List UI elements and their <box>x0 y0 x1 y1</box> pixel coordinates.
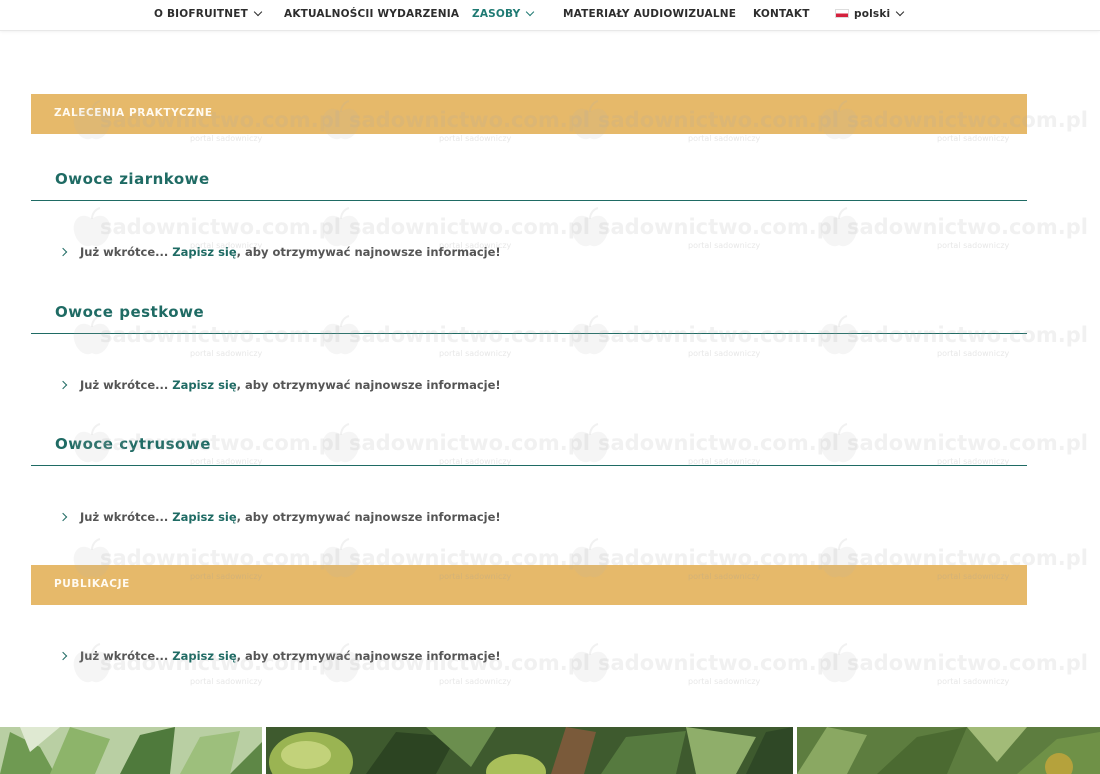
category-divider <box>31 333 1027 334</box>
watermark-text: sadownictwo.com.pl <box>100 323 341 347</box>
list-item: Już wkrótce... Zapisz się, aby otrzymywa… <box>58 510 501 526</box>
language-selector[interactable]: polski <box>835 0 905 28</box>
top-navigation: O BIOFRUITNET AKTUALNOŚCII WYDARZENIA ZA… <box>0 0 1100 31</box>
watermark-subtext: portal sadowniczy <box>688 349 761 358</box>
watermark-subtext: portal sadowniczy <box>439 677 512 686</box>
apple-icon <box>73 315 111 355</box>
chevron-right-icon <box>58 380 68 390</box>
watermark-subtext: portal sadowniczy <box>439 349 512 358</box>
item-suffix: , aby otrzymywać najnowsze informacje! <box>236 649 501 663</box>
watermark-text: sadownictwo.com.pl <box>349 431 590 455</box>
item-prefix: Już wkrótce... <box>80 378 169 392</box>
watermark-subtext: portal sadowniczy <box>688 241 761 250</box>
watermark-subtext: portal sadowniczy <box>190 349 263 358</box>
category-divider <box>31 465 1027 466</box>
nav-item-o-biofruitnet[interactable]: O BIOFRUITNET <box>154 0 263 28</box>
nav-item-kontakt[interactable]: KONTAKT <box>753 0 810 28</box>
apple-icon <box>571 315 609 355</box>
apple-icon <box>571 423 609 463</box>
chevron-right-icon <box>58 247 68 257</box>
subscribe-link[interactable]: Zapisz się <box>172 245 236 259</box>
nav-item-zasoby[interactable]: ZASOBY <box>472 0 535 28</box>
language-label: polski <box>854 8 891 20</box>
category-divider <box>31 200 1027 201</box>
item-prefix: Już wkrótce... <box>80 510 169 524</box>
section-bar-zalecenia: ZALECENIA PRAKTYCZNE <box>31 94 1027 134</box>
section-title: PUBLIKACJE <box>54 578 130 590</box>
category-title-ziarnkowe: Owoce ziarnkowe <box>55 170 210 188</box>
category-title-pestkowe: Owoce pestkowe <box>55 303 205 321</box>
chevron-right-icon <box>58 512 68 522</box>
chevron-down-icon <box>896 7 905 17</box>
leaves-photo <box>0 727 262 774</box>
watermark-text: sadownictwo.com.pl <box>598 323 839 347</box>
section-title: ZALECENIA PRAKTYCZNE <box>54 107 213 119</box>
apple-icon <box>820 643 858 683</box>
nav-item-aktualnosci[interactable]: AKTUALNOŚCII WYDARZENIA <box>284 0 459 28</box>
pears-photo <box>266 727 793 774</box>
watermark-subtext: portal sadowniczy <box>190 677 263 686</box>
watermark-text: sadownictwo.com.pl <box>847 323 1088 347</box>
item-suffix: , aby otrzymywać najnowsze informacje! <box>236 510 501 524</box>
orchard-photo <box>797 727 1100 774</box>
nav-item-label: MATERIAŁY AUDIOWIZUALNE <box>563 8 737 20</box>
poland-flag-icon <box>835 8 849 18</box>
list-item: Już wkrótce... Zapisz się, aby otrzymywa… <box>58 378 501 394</box>
watermark-subtext: portal sadowniczy <box>688 134 761 143</box>
category-title-cytrusowe: Owoce cytrusowe <box>55 435 211 453</box>
nav-item-label: AKTUALNOŚCII WYDARZENIA <box>284 8 460 20</box>
watermark-text: sadownictwo.com.pl <box>847 651 1088 675</box>
list-item: Już wkrótce... Zapisz się, aby otrzymywa… <box>58 649 501 665</box>
item-suffix: , aby otrzymywać najnowsze informacje! <box>236 378 501 392</box>
chevron-down-icon <box>253 7 263 17</box>
apple-icon <box>820 315 858 355</box>
chevron-right-icon <box>58 651 68 661</box>
watermark-text: sadownictwo.com.pl <box>100 215 341 239</box>
item-prefix: Już wkrótce... <box>80 649 169 663</box>
nav-item-materialy[interactable]: MATERIAŁY AUDIOWIZUALNE <box>563 0 736 28</box>
apple-icon <box>73 207 111 247</box>
nav-item-label: KONTAKT <box>753 8 810 20</box>
subscribe-link[interactable]: Zapisz się <box>172 649 236 663</box>
apple-icon <box>571 643 609 683</box>
watermark-text: sadownictwo.com.pl <box>349 323 590 347</box>
watermark-subtext: portal sadowniczy <box>190 134 263 143</box>
watermark-text: sadownictwo.com.pl <box>349 215 590 239</box>
section-bar-publikacje: PUBLIKACJE <box>31 565 1027 605</box>
nav-item-label: O BIOFRUITNET <box>154 8 248 20</box>
watermark-text: sadownictwo.com.pl <box>847 215 1088 239</box>
watermark-text: sadownictwo.com.pl <box>847 431 1088 455</box>
subscribe-link[interactable]: Zapisz się <box>172 510 236 524</box>
watermark-subtext: portal sadowniczy <box>439 134 512 143</box>
subscribe-link[interactable]: Zapisz się <box>172 378 236 392</box>
nav-item-label: ZASOBY <box>472 8 521 20</box>
photo-strip <box>0 727 1100 774</box>
watermark-subtext: portal sadowniczy <box>937 134 1010 143</box>
watermark-text: sadownictwo.com.pl <box>598 215 839 239</box>
apple-icon <box>322 423 360 463</box>
apple-icon <box>820 423 858 463</box>
watermark-subtext: portal sadowniczy <box>937 349 1010 358</box>
apple-icon <box>322 207 360 247</box>
watermark-subtext: portal sadowniczy <box>937 677 1010 686</box>
apple-icon <box>571 207 609 247</box>
list-item: Już wkrótce... Zapisz się, aby otrzymywa… <box>58 245 501 261</box>
item-suffix: , aby otrzymywać najnowsze informacje! <box>236 245 501 259</box>
apple-icon <box>322 315 360 355</box>
watermark-subtext: portal sadowniczy <box>688 677 761 686</box>
chevron-down-icon <box>526 7 535 17</box>
item-prefix: Już wkrótce... <box>80 245 169 259</box>
apple-icon <box>820 207 858 247</box>
watermark-subtext: portal sadowniczy <box>937 241 1010 250</box>
watermark-text: sadownictwo.com.pl <box>598 651 839 675</box>
watermark-text: sadownictwo.com.pl <box>598 431 839 455</box>
